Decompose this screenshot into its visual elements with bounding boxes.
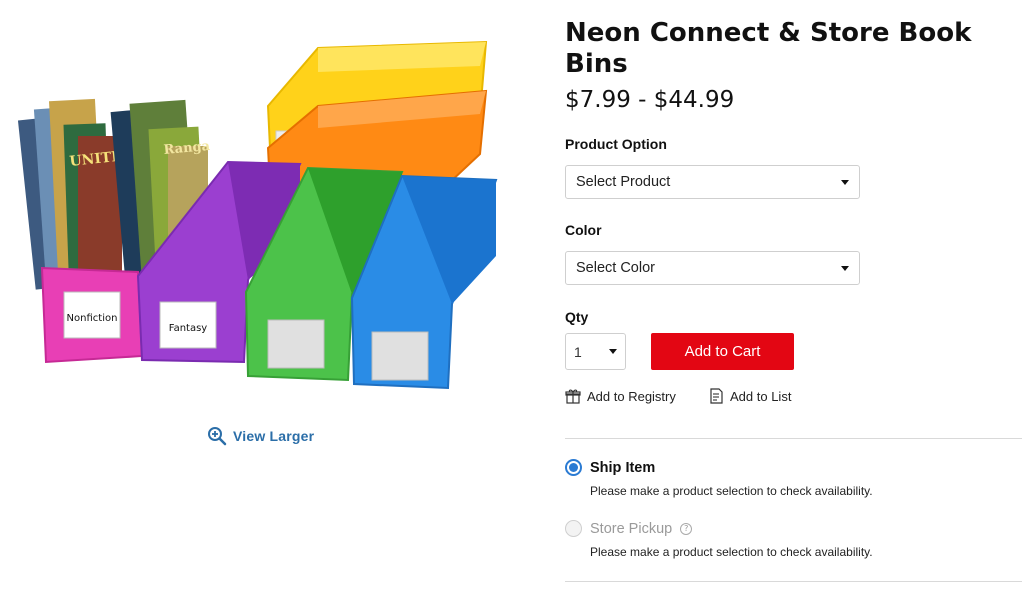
bin-label-nonfiction: Nonfiction	[67, 313, 118, 324]
add-to-registry-label: Add to Registry	[587, 388, 676, 404]
divider	[565, 581, 1022, 582]
bin-label-fantasy: Fantasy	[169, 323, 208, 334]
zoom-in-icon	[208, 427, 227, 446]
qty-select[interactable]: 1	[565, 333, 626, 370]
qty-value: 1	[574, 343, 582, 360]
product-details: Neon Connect & Store Book Bins $7.99 - $…	[565, 0, 1025, 593]
books-left: UNITE	[18, 98, 123, 292]
product-image[interactable]: UNITE Ranga Nonfiction Fantasy	[18, 36, 508, 396]
gift-icon	[565, 389, 581, 404]
chevron-down-icon	[841, 179, 849, 185]
add-to-list-link[interactable]: Add to List	[708, 388, 791, 404]
qty-label: Qty	[565, 309, 589, 325]
help-icon[interactable]: ?	[680, 522, 693, 535]
store-pickup-option[interactable]: Store Pickup ?	[565, 520, 693, 537]
list-icon	[710, 388, 723, 404]
color-select[interactable]: Select Color	[565, 251, 860, 285]
product-price: $7.99 - $44.99	[565, 87, 735, 113]
add-to-cart-button[interactable]: Add to Cart	[651, 333, 794, 370]
product-title: Neon Connect & Store Book Bins	[565, 18, 972, 79]
chevron-down-icon	[609, 349, 617, 354]
store-pickup-label: Store Pickup	[590, 520, 673, 537]
product-option-label: Product Option	[565, 136, 667, 152]
product-gallery: UNITE Ranga Nonfiction Fantasy View Larg…	[0, 0, 540, 593]
view-larger-link[interactable]: View Larger	[207, 426, 314, 446]
ship-item-label: Ship Item	[590, 459, 656, 476]
add-to-list-label: Add to List	[730, 388, 792, 404]
pickup-availability-note: Please make a product selection to check…	[590, 545, 873, 559]
radio-unselected-icon	[565, 520, 582, 537]
ship-item-option[interactable]: Ship Item	[565, 459, 655, 476]
ship-availability-note: Please make a product selection to check…	[590, 484, 873, 498]
color-value: Select Color	[576, 260, 655, 276]
color-label: Color	[565, 222, 602, 238]
product-option-select[interactable]: Select Product	[565, 165, 860, 199]
radio-selected-icon	[565, 459, 582, 476]
add-to-registry-link[interactable]: Add to Registry	[565, 388, 676, 404]
divider	[565, 438, 1022, 439]
view-larger-label: View Larger	[233, 428, 315, 444]
pink-bin: Nonfiction	[40, 266, 144, 364]
product-option-value: Select Product	[576, 174, 671, 190]
chevron-down-icon	[841, 265, 849, 271]
